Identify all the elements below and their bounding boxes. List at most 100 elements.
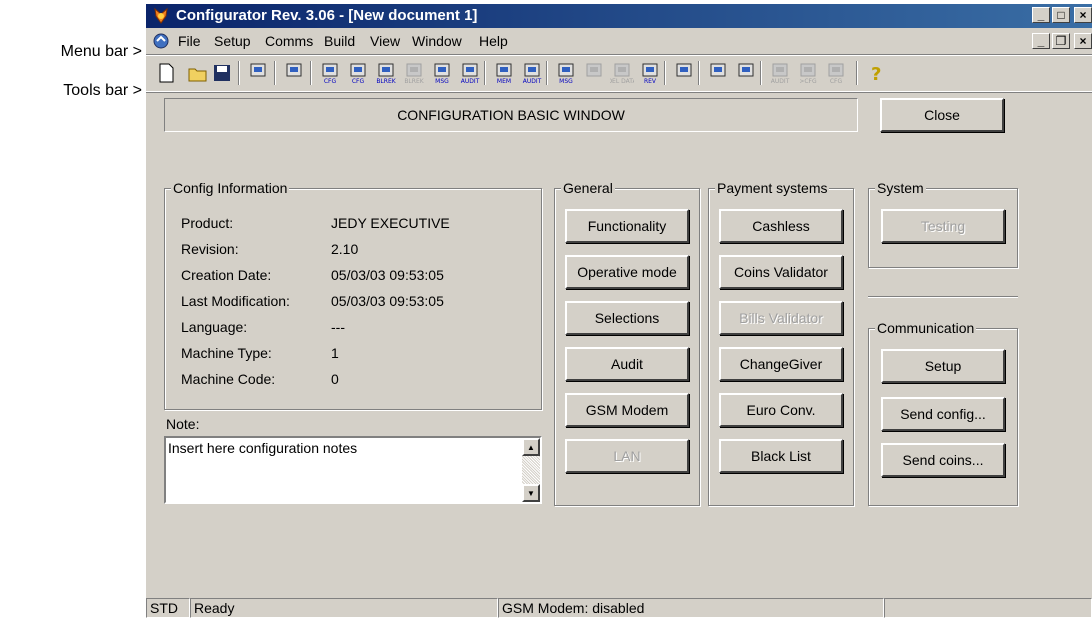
open-cfg-icon[interactable]: CFG: [346, 61, 370, 85]
setup-button[interactable]: Setup: [881, 349, 1005, 383]
selections-button[interactable]: Selections: [565, 301, 689, 335]
rev-icon[interactable]: REV: [638, 61, 662, 85]
menu-help[interactable]: Help: [479, 33, 508, 49]
menu-view[interactable]: View: [370, 33, 400, 49]
minimize-button[interactable]: _: [1032, 7, 1050, 23]
bills-validator-button[interactable]: Bills Validator: [719, 301, 843, 335]
status-gsm: GSM Modem: disabled: [498, 598, 884, 618]
audit-phone-icon[interactable]: AUDIT: [768, 61, 792, 85]
maximize-button[interactable]: □: [1052, 7, 1070, 23]
send-coins-button[interactable]: Send coins...: [881, 443, 1005, 477]
svg-text:CFG: CFG: [830, 78, 843, 85]
divider: [868, 296, 1018, 298]
properties-icon[interactable]: [246, 61, 270, 85]
toolbar-separator: [760, 61, 762, 85]
testing-button[interactable]: Testing: [881, 209, 1005, 243]
communication-label: Communication: [875, 320, 977, 336]
new-cfg-icon[interactable]: CFG: [318, 61, 342, 85]
receive-icon[interactable]: [582, 61, 606, 85]
arrow-up-icon: ▲: [527, 442, 535, 452]
cashless-button[interactable]: Cashless: [719, 209, 843, 243]
svg-text:BLREK: BLREK: [376, 78, 396, 85]
black-list-button[interactable]: Black List: [719, 439, 843, 473]
toolbar-separator: [856, 61, 858, 85]
menu-window[interactable]: Window: [412, 33, 462, 49]
handheld-icon[interactable]: [672, 61, 696, 85]
tool-bar: CFG CFG BLREK BLREK MSG AUDIT MEM AUDIT MSG DEL D…: [146, 54, 1092, 92]
status-bar: STD Ready GSM Modem: disabled: [146, 596, 1092, 618]
note-text: Insert here configuration notes: [168, 440, 358, 456]
book-icon[interactable]: [706, 61, 730, 85]
menu-bar-annotation: Menu bar >: [60, 43, 142, 60]
close-icon: ×: [1079, 8, 1087, 22]
svg-text:MEM: MEM: [497, 78, 511, 85]
scroll-up-button[interactable]: ▲: [522, 438, 540, 456]
svg-text:MSG: MSG: [559, 78, 573, 85]
new-document-icon[interactable]: [154, 61, 178, 85]
svg-text:AUDIT: AUDIT: [523, 78, 542, 85]
svg-text:>CFG: >CFG: [799, 78, 817, 85]
toolbar-separator: [274, 61, 276, 85]
open-folder-icon[interactable]: [186, 61, 210, 85]
minimize-icon: _: [1037, 34, 1045, 48]
lan-button[interactable]: LAN: [565, 439, 689, 473]
book-arrow-icon[interactable]: [734, 61, 758, 85]
mdi-restore-button[interactable]: ❐: [1052, 33, 1070, 49]
note-label: Note:: [166, 416, 200, 432]
menu-setup[interactable]: Setup: [214, 33, 251, 49]
last-modification-label: Last Modification:: [181, 293, 290, 309]
mdi-minimize-button[interactable]: _: [1032, 33, 1050, 49]
creation-date-label: Creation Date:: [181, 267, 272, 283]
coins-validator-button[interactable]: Coins Validator: [719, 255, 843, 289]
send-config-button[interactable]: Send config...: [881, 397, 1005, 431]
menu-build[interactable]: Build: [324, 33, 355, 49]
close-button[interactable]: Close: [880, 98, 1004, 132]
gsm-modem-button[interactable]: GSM Modem: [565, 393, 689, 427]
config-information-label: Config Information: [171, 180, 290, 196]
help-icon[interactable]: ?: [864, 61, 888, 85]
scroll-down-button[interactable]: ▼: [522, 484, 540, 502]
new-msg-icon[interactable]: MSG: [430, 61, 454, 85]
note-scrollbar[interactable]: ▲ ▼: [522, 438, 540, 502]
new-blrek-icon[interactable]: BLREK: [374, 61, 398, 85]
delete-data-icon[interactable]: DEL DATA: [607, 61, 637, 85]
functionality-button[interactable]: Functionality: [565, 209, 689, 243]
menu-file[interactable]: File: [178, 33, 201, 49]
send-msg-icon[interactable]: MSG: [554, 61, 578, 85]
machine-code-label: Machine Code:: [181, 371, 276, 387]
toolbar-separator: [698, 61, 700, 85]
mdi-close-button[interactable]: ×: [1074, 33, 1092, 49]
svg-text:MSG: MSG: [435, 78, 449, 85]
minimize-icon: _: [1037, 8, 1045, 22]
svg-text:CFG: CFG: [324, 78, 337, 85]
save-icon[interactable]: [210, 61, 234, 85]
audit-icon[interactable]: AUDIT: [520, 61, 544, 85]
cfg-phone2-icon[interactable]: CFG: [824, 61, 848, 85]
operative-mode-button[interactable]: Operative mode: [565, 255, 689, 289]
note-textarea[interactable]: Insert here configuration notes ▲ ▼: [164, 436, 542, 504]
euro-conv-button[interactable]: Euro Conv.: [719, 393, 843, 427]
app-window: Configurator Rev. 3.06 - [New document 1…: [146, 4, 1092, 618]
maximize-icon: □: [1057, 8, 1065, 22]
system-label: System: [875, 180, 926, 196]
restore-icon: ❐: [1055, 34, 1067, 48]
product-value: JEDY EXECUTIVE: [331, 215, 450, 231]
mem-icon[interactable]: MEM: [492, 61, 516, 85]
title-bar[interactable]: Configurator Rev. 3.06 - [New document 1…: [146, 4, 1092, 28]
toolbar-separator: [664, 61, 666, 85]
close-window-button[interactable]: ×: [1074, 7, 1092, 23]
computer-icon[interactable]: [282, 61, 306, 85]
status-message: Ready: [190, 598, 498, 618]
svg-text:AUDIT: AUDIT: [771, 78, 790, 85]
open-blrek-icon[interactable]: BLREK: [402, 61, 426, 85]
tools-bar-annotation: Tools bar >: [63, 82, 142, 99]
status-extra: [884, 598, 1092, 618]
audit-button[interactable]: Audit: [565, 347, 689, 381]
changegiver-button[interactable]: ChangeGiver: [719, 347, 843, 381]
cfg-phone-icon[interactable]: >CFG: [796, 61, 820, 85]
window-title: Configurator Rev. 3.06 - [New document 1…: [176, 7, 478, 24]
menu-comms[interactable]: Comms: [265, 33, 313, 49]
menu-bar: File Setup Comms Build View Window Help …: [146, 30, 1092, 52]
document-icon[interactable]: [152, 32, 170, 50]
open-audit-icon[interactable]: AUDIT: [458, 61, 482, 85]
